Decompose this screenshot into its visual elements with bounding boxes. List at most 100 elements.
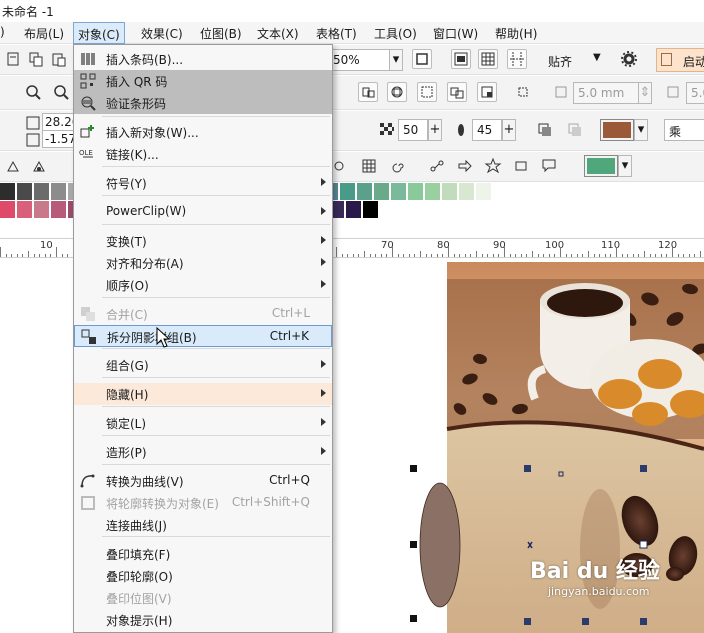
palette-swatch[interactable] (408, 183, 424, 200)
offset-icon[interactable] (552, 83, 572, 103)
options-gear-icon[interactable] (620, 50, 640, 70)
align-center-icon[interactable] (387, 82, 407, 102)
spiral-tool-icon[interactable] (390, 157, 410, 177)
star-shape-icon[interactable] (484, 157, 504, 177)
menu-help[interactable]: 帮助(H) (495, 25, 537, 42)
arrow-shape-icon[interactable] (456, 157, 476, 177)
palette-swatch[interactable] (363, 201, 379, 218)
offset-field[interactable]: 5.0 mm (573, 82, 639, 104)
menu-item-outline-to-object[interactable]: 将轮廓转换为对象(E) Ctrl+Shift+Q (74, 492, 332, 514)
palette-swatch[interactable] (51, 183, 67, 200)
opacity-field[interactable]: 50 (398, 119, 428, 141)
palette-swatch[interactable] (459, 183, 475, 200)
menu-object[interactable]: 对象(C) (73, 22, 125, 44)
shadow-handle-bottom-left[interactable] (524, 618, 531, 625)
palette-swatch[interactable] (374, 183, 390, 200)
fill-tool-icon[interactable] (4, 157, 24, 177)
palette-swatch[interactable] (0, 201, 16, 218)
smart-fill-icon[interactable] (330, 157, 350, 177)
shadow-handle-bottom-mid[interactable] (582, 618, 589, 625)
zoom-out-icon[interactable] (52, 83, 72, 103)
zoom-dropdown[interactable]: ▾ (389, 49, 403, 71)
shadow-color-dropdown[interactable]: ▾ (634, 119, 648, 141)
menu-item-overprint-fill[interactable]: 叠印填充(F) (74, 543, 332, 565)
menu-effects[interactable]: 效果(C) (141, 25, 183, 42)
new-document-icon[interactable] (4, 50, 24, 70)
palette-swatch[interactable] (425, 183, 441, 200)
palette-swatch[interactable] (346, 201, 362, 218)
table-tool-icon[interactable] (360, 157, 380, 177)
menu-item-join-curves[interactable]: 连接曲线(J) (74, 514, 332, 536)
align-right-icon[interactable] (417, 82, 437, 102)
launch-button[interactable]: 启动 (656, 48, 704, 72)
menu-tools[interactable]: 工具(O) (374, 25, 417, 42)
distribute-icon[interactable] (447, 82, 467, 102)
shadow-copy-icon[interactable] (536, 121, 556, 141)
palette-swatch[interactable] (17, 201, 33, 218)
clear-shadow-icon[interactable] (566, 121, 586, 141)
offset-icon-2[interactable] (664, 83, 684, 103)
outline-color-swatch[interactable] (584, 155, 618, 177)
menu-item-insert-new-object[interactable]: 插入新对象(W)... (74, 121, 332, 143)
menu-item-lock[interactable]: 锁定(L) (74, 412, 332, 434)
show-guidelines-icon[interactable] (507, 49, 527, 69)
selection-handle-top-left[interactable] (410, 465, 417, 472)
callout-shape-icon[interactable] (540, 157, 560, 177)
outline-color-dropdown[interactable]: ▾ (618, 155, 632, 177)
palette-swatch[interactable] (357, 183, 373, 200)
flowchart-shape-icon[interactable] (512, 157, 532, 177)
menu-bitmaps[interactable]: 位图(B) (200, 25, 242, 42)
palette-swatch[interactable] (340, 183, 356, 200)
palette-swatch[interactable] (17, 183, 33, 200)
menu-fragment[interactable]: ) (0, 25, 5, 39)
align-left-icon[interactable] (358, 82, 378, 102)
dimension-icon[interactable] (514, 83, 534, 103)
snap-dropdown-arrow[interactable]: ▼ (593, 52, 601, 63)
palette-swatch[interactable] (391, 183, 407, 200)
zoom-in-icon[interactable] (24, 83, 44, 103)
merge-mode-field[interactable]: 乘 (664, 119, 704, 141)
connector-icon[interactable] (428, 157, 448, 177)
show-grid-icon[interactable] (478, 49, 498, 69)
menu-table[interactable]: 表格(T) (316, 25, 357, 42)
transparency-pattern-icon[interactable] (378, 121, 398, 141)
offset-spinner[interactable]: ⇕ (638, 82, 652, 104)
palette-swatch[interactable] (51, 201, 67, 218)
menu-text[interactable]: 文本(X) (257, 25, 299, 42)
snap-to-button[interactable]: 贴齐 (548, 53, 572, 70)
outline-tool-icon[interactable] (30, 157, 50, 177)
opacity-plus[interactable]: + (428, 119, 442, 141)
menu-layout[interactable]: 布局(L) (24, 25, 64, 42)
menu-item-break-shadow-group[interactable]: 拆分阴影群组(B) Ctrl+K (74, 325, 332, 347)
palette-swatch[interactable] (442, 183, 458, 200)
paste-icon[interactable] (50, 50, 70, 70)
order-icon[interactable] (477, 82, 497, 102)
menu-item-insert-barcode[interactable]: 插入条码(B)... (74, 48, 332, 70)
menu-item-shaping[interactable]: 造形(P) (74, 441, 332, 463)
menu-window[interactable]: 窗口(W) (433, 25, 478, 42)
menu-item-insert-qr-code[interactable]: 插入 QR 码 (74, 70, 332, 92)
palette-swatch[interactable] (476, 183, 492, 200)
menu-item-object-hints[interactable]: 对象提示(H) (74, 609, 332, 631)
menu-item-powerclip[interactable]: PowerClip(W) (74, 201, 332, 223)
menu-item-link[interactable]: OLE 链接(K)... (74, 143, 332, 165)
shadow-handle-top-right[interactable] (640, 465, 647, 472)
menu-item-group[interactable]: 组合(G) (74, 354, 332, 376)
menu-item-overprint-bitmap[interactable]: 叠印位图(V) (74, 587, 332, 609)
menu-item-transform[interactable]: 变换(T) (74, 230, 332, 252)
show-rulers-icon[interactable] (451, 49, 471, 69)
menu-item-symbol[interactable]: 符号(Y) (74, 172, 332, 194)
menu-item-overprint-outline[interactable]: 叠印轮廓(O) (74, 565, 332, 587)
menu-item-align-distribute[interactable]: 对齐和分布(A) (74, 252, 332, 274)
selection-handle-mid-left[interactable] (410, 541, 417, 548)
selection-handle-bottom-left[interactable] (410, 615, 417, 622)
menu-item-hide[interactable]: 隐藏(H) (74, 383, 332, 405)
shadow-handle-bottom-right[interactable] (640, 618, 647, 625)
offset-field-2[interactable]: 5.0 (686, 82, 704, 104)
full-screen-icon[interactable] (412, 49, 432, 69)
menu-item-convert-to-curves[interactable]: 转换为曲线(V) Ctrl+Q (74, 470, 332, 492)
angle-plus[interactable]: + (502, 119, 516, 141)
angle-field[interactable]: 45 (472, 119, 502, 141)
menu-item-order[interactable]: 顺序(O) (74, 274, 332, 296)
palette-swatch[interactable] (0, 183, 16, 200)
